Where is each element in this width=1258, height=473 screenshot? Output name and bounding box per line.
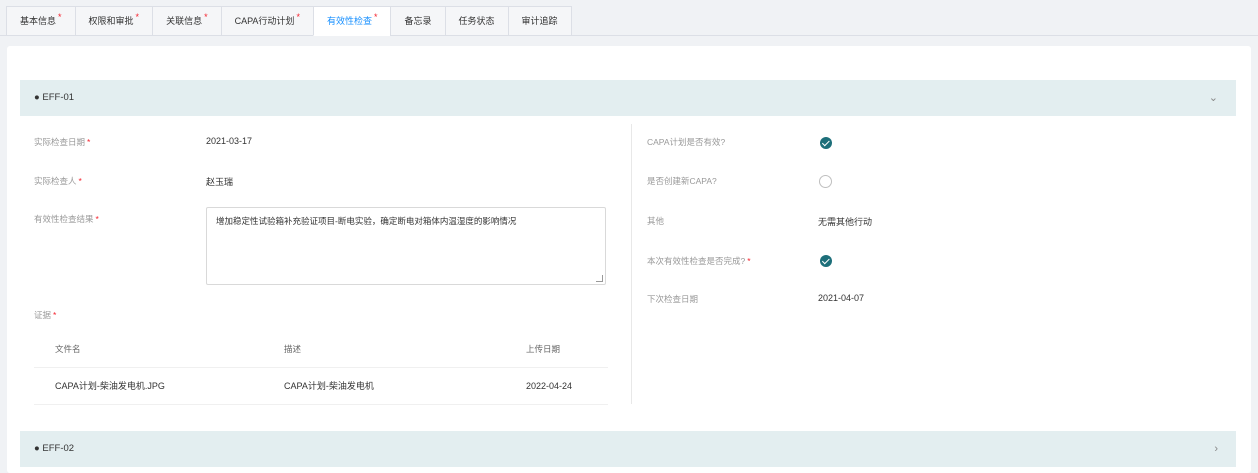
tab-related-info[interactable]: 关联信息 * [152,6,221,36]
inspector-label: 实际检查人 * [34,176,82,186]
chevron-down-icon[interactable]: ⌄ [1209,80,1218,116]
result-label: 有效性检查结果 * [34,214,99,224]
tab-label: 有效性检查 [326,16,372,26]
tab-label: 基本信息 [20,16,57,26]
tab-label: 权限和审批 [88,16,134,26]
panel-header-eff-01[interactable]: ● EFF-01 ⌄ [20,80,1236,116]
content-card: ● EFF-01 ⌄ 实际检查日期 * 2021-03-17 实际检查人 * 赵玉瑞… [7,46,1251,473]
column-divider [631,124,632,404]
header-description: 描述 [284,344,302,354]
tab-label: 关联信息 [166,16,203,26]
panel-title: ● EFF-02 [34,443,75,454]
required-mark: * [135,12,140,22]
panel-header-eff-02[interactable]: ● EFF-02 › [20,431,1236,467]
create-new-capa-radio[interactable] [819,175,832,188]
create-new-capa-label: 是否创建新CAPA? [647,176,717,186]
table-header-row: 文件名 描述 上传日期 [34,331,608,368]
table-row[interactable]: CAPA计划-柴油发电机.JPG CAPA计划-柴油发电机 2022-04-24 [34,368,608,405]
resize-handle[interactable] [596,275,603,282]
required-mark: * [373,12,378,22]
next-date-value: 2021-04-07 [818,293,865,303]
tab-basic-info[interactable]: 基本信息 * [6,6,75,36]
capa-effective-radio-checked[interactable] [820,137,832,149]
tab-task-status[interactable]: 任务状态 [444,6,508,36]
tab-bar: 基本信息 * 权限和审批 * 关联信息 * CAPA行动计划 * 有效性检查 * 备忘录 … [0,0,1258,36]
actual-date-label: 实际检查日期 * [34,137,91,147]
cell-filename[interactable]: CAPA计划-柴油发电机.JPG [55,368,165,404]
tab-label: 备忘录 [404,16,432,26]
result-textarea[interactable]: 增加稳定性试验箱补充验证项目-断电实验，确定断电对箱体内温湿度的影响情况 [206,207,606,285]
actual-date-value: 2021-03-17 [206,136,253,146]
completed-radio-checked[interactable] [820,255,832,267]
tab-memo[interactable]: 备忘录 [390,6,445,36]
other-label: 其他 [647,216,665,226]
tab-label: 任务状态 [458,16,495,26]
completed-label: 本次有效性检查是否完成? * [647,256,751,266]
evidence-label: 证据 * [34,310,57,320]
inspector-value: 赵玉瑞 [206,177,234,187]
next-date-label: 下次检查日期 [647,294,699,304]
header-filename: 文件名 [55,344,81,354]
tab-label: CAPA行动计划 [234,16,295,26]
required-mark: * [204,12,208,22]
required-mark: * [296,12,300,22]
header-upload-date: 上传日期 [526,344,561,354]
tab-capa-action-plan[interactable]: CAPA行动计划 * [220,6,313,36]
other-value: 无需其他行动 [818,217,873,227]
tab-effectiveness-check[interactable]: 有效性检查 * [312,6,391,36]
cell-upload-date: 2022-04-24 [526,381,573,391]
tab-audit-trail[interactable]: 审计追踪 [507,6,572,36]
capa-effective-label: CAPA计划是否有效? [647,137,726,147]
tabs: 基本信息 * 权限和审批 * 关联信息 * CAPA行动计划 * 有效性检查 * 备忘录 … [6,6,572,36]
chevron-right-icon[interactable]: › [1214,431,1218,467]
panel-title: ● EFF-01 [34,92,75,103]
tab-label: 审计追踪 [521,16,558,26]
required-mark: * [58,12,62,22]
tab-permission-approval[interactable]: 权限和审批 * [74,6,153,36]
cell-description: CAPA计划-柴油发电机 [284,381,374,391]
evidence-table: 文件名 描述 上传日期 CAPA计划-柴油发电机.JPG CAPA计划-柴油发电… [34,331,608,405]
result-text: 增加稳定性试验箱补充验证项目-断电实验，确定断电对箱体内温湿度的影响情况 [216,216,517,226]
